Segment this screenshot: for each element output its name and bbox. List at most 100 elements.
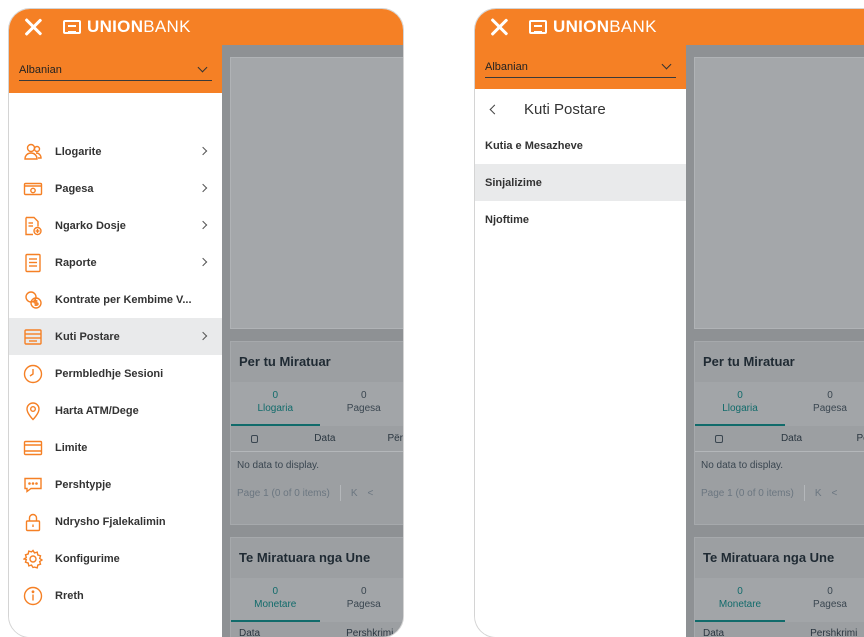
pending-tabs: 0 Llogaria 0 Pagesa bbox=[231, 382, 404, 426]
menu-item-pagesa[interactable]: Pagesa bbox=[9, 170, 222, 207]
pending-card-title: Per tu Miratuar bbox=[239, 354, 331, 369]
menu-item-pershtypje[interactable]: Pershtypje bbox=[9, 466, 222, 503]
info-icon bbox=[23, 586, 43, 606]
upload-file-icon bbox=[23, 216, 43, 236]
feedback-icon bbox=[23, 475, 43, 495]
submenu-title: Kuti Postare bbox=[524, 100, 606, 118]
pager-first-button[interactable]: K bbox=[351, 488, 358, 499]
limits-icon bbox=[23, 438, 43, 458]
location-pin-icon bbox=[23, 401, 43, 421]
submenu-list: Kutia e Mesazheve Sinjalizime Njoftime bbox=[475, 127, 686, 238]
pager-prev-button[interactable]: < bbox=[832, 488, 838, 499]
column-header-data: Data bbox=[780, 433, 803, 444]
screen-kuti-postare-submenu: Per tu Miratuar 0 Llogaria 0 Pagesa Data P… bbox=[474, 8, 864, 637]
approved-table-header: Data Pershkrimi bbox=[239, 628, 394, 637]
tab-monetare[interactable]: 0 Monetare bbox=[231, 578, 320, 622]
app-header: UNION BANK bbox=[475, 9, 864, 45]
column-header-pers: Përs bbox=[856, 433, 864, 444]
approved-by-me-card: Te Miratuara nga Une 0 Monetare 0 Pagesa D… bbox=[230, 537, 404, 637]
menu-item-harta-atm[interactable]: Harta ATM/Dege bbox=[9, 392, 222, 429]
approved-by-me-card: Te Miratuara nga Une 0 Monetare 0 Pagesa D… bbox=[694, 537, 864, 637]
pending-tabs: 0 Llogaria 0 Pagesa bbox=[695, 382, 864, 426]
menu-item-rreth[interactable]: Rreth bbox=[9, 577, 222, 614]
pending-approval-card: Per tu Miratuar 0 Llogaria 0 Pagesa Data P… bbox=[694, 341, 864, 525]
pager: Page 1 (0 of 0 items) K < bbox=[695, 479, 864, 507]
gear-icon bbox=[23, 548, 43, 569]
app-header: UNION BANK bbox=[9, 9, 403, 45]
menu-item-limite[interactable]: Limite bbox=[9, 429, 222, 466]
no-data-message: No data to display. bbox=[701, 460, 784, 471]
main-menu: Llogarite Pagesa Ngarko Dosje Raporte Ko bbox=[9, 133, 222, 614]
pager-prev-button[interactable]: < bbox=[368, 488, 374, 499]
back-chevron-icon[interactable] bbox=[489, 104, 500, 114]
background-dashboard: Per tu Miratuar 0 Llogaria 0 Pagesa Data P… bbox=[222, 45, 403, 637]
pager: Page 1 (0 of 0 items) K < bbox=[231, 479, 403, 507]
submenu-item-kutia-e-mesazheve[interactable]: Kutia e Mesazheve bbox=[475, 127, 686, 164]
unionbank-logo: UNION BANK bbox=[529, 17, 657, 37]
accounts-icon bbox=[23, 142, 43, 162]
language-area: Albanian bbox=[475, 45, 686, 89]
lock-icon bbox=[23, 512, 43, 532]
unionbank-logo: UNION BANK bbox=[63, 17, 191, 37]
close-icon[interactable] bbox=[23, 17, 43, 37]
background-dashboard: Per tu Miratuar 0 Llogaria 0 Pagesa Data P… bbox=[686, 45, 864, 637]
tab-pagesa[interactable]: 0 Pagesa bbox=[320, 382, 404, 426]
report-icon bbox=[23, 253, 43, 273]
column-header-data: Data bbox=[314, 433, 336, 444]
dashboard-banner bbox=[230, 57, 403, 329]
column-header-pers: Përs bbox=[387, 433, 403, 444]
unionbank-logo-mark-icon bbox=[529, 20, 547, 34]
tab-monetare[interactable]: 0 Monetare bbox=[695, 578, 785, 622]
chevron-down-icon bbox=[197, 62, 208, 73]
pending-table-header: Data Përs bbox=[695, 426, 864, 452]
payment-icon bbox=[23, 179, 43, 199]
submenu-item-njoftime[interactable]: Njoftime bbox=[475, 201, 686, 238]
screen-main-menu: Per tu Miratuar 0 Llogaria 0 Pagesa Data P… bbox=[8, 8, 404, 637]
mailbox-icon bbox=[23, 327, 43, 347]
approved-tabs: 0 Monetare 0 Pagesa bbox=[695, 578, 864, 622]
clock-icon bbox=[23, 364, 43, 384]
currency-exchange-icon bbox=[23, 290, 43, 310]
language-area: Albanian bbox=[9, 45, 222, 93]
language-select[interactable]: Albanian bbox=[485, 56, 676, 78]
kuti-postare-submenu: Kuti Postare Kutia e Mesazheve Sinjalizi… bbox=[475, 91, 686, 238]
tab-pagesa-approved[interactable]: 0 Pagesa bbox=[320, 578, 404, 622]
side-drawer: Albanian Llogarite Pagesa Ngarko Dosje R… bbox=[9, 45, 222, 637]
tab-llogaria[interactable]: 0 Llogaria bbox=[695, 382, 785, 426]
menu-item-permbledhje-sesioni[interactable]: Permbledhje Sesioni bbox=[9, 355, 222, 392]
approved-card-title: Te Miratuara nga Une bbox=[703, 550, 835, 565]
pager-first-button[interactable]: K bbox=[815, 488, 822, 499]
menu-item-kontrate[interactable]: Kontrate per Kembime V... bbox=[9, 281, 222, 318]
tab-pagesa[interactable]: 0 Pagesa bbox=[785, 382, 864, 426]
pending-table-header: Data Përs bbox=[231, 426, 403, 452]
tab-llogaria[interactable]: 0 Llogaria bbox=[231, 382, 320, 426]
unionbank-logo-mark-icon bbox=[63, 20, 81, 34]
select-all-checkbox[interactable] bbox=[251, 434, 259, 443]
submenu-header[interactable]: Kuti Postare bbox=[475, 91, 686, 127]
pending-approval-card: Per tu Miratuar 0 Llogaria 0 Pagesa Data P… bbox=[230, 341, 404, 525]
no-data-message: No data to display. bbox=[237, 460, 320, 471]
chevron-right-icon bbox=[198, 331, 208, 341]
pending-card-title: Per tu Miratuar bbox=[703, 354, 795, 369]
approved-tabs: 0 Monetare 0 Pagesa bbox=[231, 578, 404, 622]
side-drawer: Albanian Kuti Postare Kutia e Mesazheve … bbox=[475, 45, 686, 637]
chevron-right-icon bbox=[198, 220, 208, 230]
select-all-checkbox[interactable] bbox=[715, 434, 723, 443]
menu-item-ngarko-dosje[interactable]: Ngarko Dosje bbox=[9, 207, 222, 244]
chevron-down-icon bbox=[661, 59, 672, 70]
menu-item-raporte[interactable]: Raporte bbox=[9, 244, 222, 281]
menu-item-llogarite[interactable]: Llogarite bbox=[9, 133, 222, 170]
language-select[interactable]: Albanian bbox=[19, 59, 212, 81]
chevron-right-icon bbox=[198, 146, 208, 156]
tab-pagesa-approved[interactable]: 0 Pagesa bbox=[785, 578, 864, 622]
menu-item-kuti-postare[interactable]: Kuti Postare bbox=[9, 318, 222, 355]
menu-item-konfigurime[interactable]: Konfigurime bbox=[9, 540, 222, 577]
close-icon[interactable] bbox=[489, 17, 509, 37]
approved-table-header: Data Pershkrimi bbox=[703, 628, 858, 637]
chevron-right-icon bbox=[198, 183, 208, 193]
approved-card-title: Te Miratuara nga Une bbox=[239, 550, 371, 565]
menu-item-ndrysho-fjalekalimin[interactable]: Ndrysho Fjalekalimin bbox=[9, 503, 222, 540]
submenu-item-sinjalizime[interactable]: Sinjalizime bbox=[475, 164, 686, 201]
chevron-right-icon bbox=[198, 257, 208, 267]
dashboard-banner bbox=[694, 57, 864, 329]
